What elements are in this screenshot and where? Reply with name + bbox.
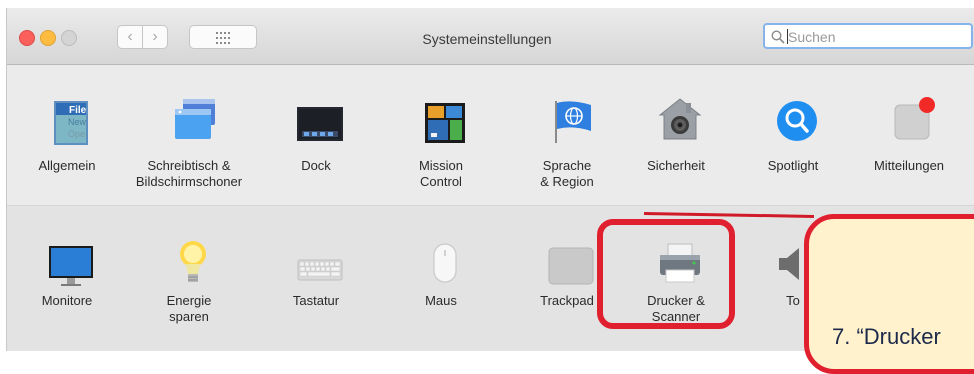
pane-mouse[interactable]: Maus [386,206,496,351]
callout-text: 7. “Drucker [832,324,941,349]
search-input[interactable]: Suchen [763,23,973,49]
instruction-callout [804,214,974,374]
mouse-icon [433,243,457,283]
chevron-right-icon: › [152,28,158,45]
mission-control-icon [425,103,465,143]
pane-label: Spotlight [767,158,819,173]
printer-highlight-frame [597,219,735,329]
pane-label: Energie sparen [166,293,212,324]
show-all-button[interactable] [189,25,257,49]
pane-security[interactable]: Sicherheit [621,65,731,205]
pane-displays[interactable]: Monitore [12,206,122,351]
pane-label: Dock [301,158,331,173]
grid-icon [216,32,230,44]
dock-icon [297,107,343,141]
pane-label: Maus [425,293,457,308]
security-icon [658,98,702,140]
forward-button[interactable]: › [142,25,168,49]
pane-label: Allgemein [38,158,96,173]
back-button[interactable]: ‹ [117,25,143,49]
keyboard-icon [297,259,343,281]
title-bar: ‹ › Systemeinstellungen Suchen [7,8,974,65]
chevron-left-icon: ‹ [127,28,133,45]
pane-keyboard[interactable]: Tastatur [261,206,371,351]
desktop-screensaver-icon [175,99,215,139]
minimize-window-button[interactable] [40,30,56,46]
pane-notifications[interactable]: Mitteilungen [854,65,964,205]
svg-text:File: File [69,105,87,116]
preferences-row-personal: File New Ope Allgemein Schreibtisch & Bi… [7,65,974,206]
window-title: Systemeinstellungen [422,31,552,47]
pane-label: Mission Control [418,158,464,189]
svg-text:Ope: Ope [68,129,85,139]
close-window-button[interactable] [19,30,35,46]
trackpad-icon [548,247,594,285]
text-cursor [787,29,788,44]
pane-label: Tastatur [292,293,340,308]
svg-text:New: New [68,117,87,127]
pane-general[interactable]: File New Ope Allgemein [12,65,122,205]
pane-mission-control[interactable]: Mission Control [386,65,496,205]
notifications-icon [894,97,935,140]
zoom-window-button[interactable] [61,30,77,46]
pane-language-region[interactable]: Sprache & Region [512,65,622,205]
pane-label: Sprache & Region [540,158,594,189]
general-icon: File New Ope [54,101,88,145]
displays-icon [49,246,93,286]
pane-label: Schreibtisch & Bildschirmschoner [135,158,243,189]
search-icon [771,30,785,44]
language-region-icon [555,101,591,143]
energy-saver-icon [180,241,206,282]
pane-energy-saver[interactable]: Energie sparen [134,206,244,351]
pane-label: Monitore [41,293,93,308]
pane-label: Sicherheit [647,158,705,173]
pane-desktop-screensaver[interactable]: Schreibtisch & Bildschirmschoner [134,65,244,205]
pane-spotlight[interactable]: Spotlight [738,65,848,205]
spotlight-icon [777,101,817,141]
search-placeholder: Suchen [788,29,836,45]
pane-dock[interactable]: Dock [261,65,371,205]
pane-label: Mitteilungen [873,158,945,173]
